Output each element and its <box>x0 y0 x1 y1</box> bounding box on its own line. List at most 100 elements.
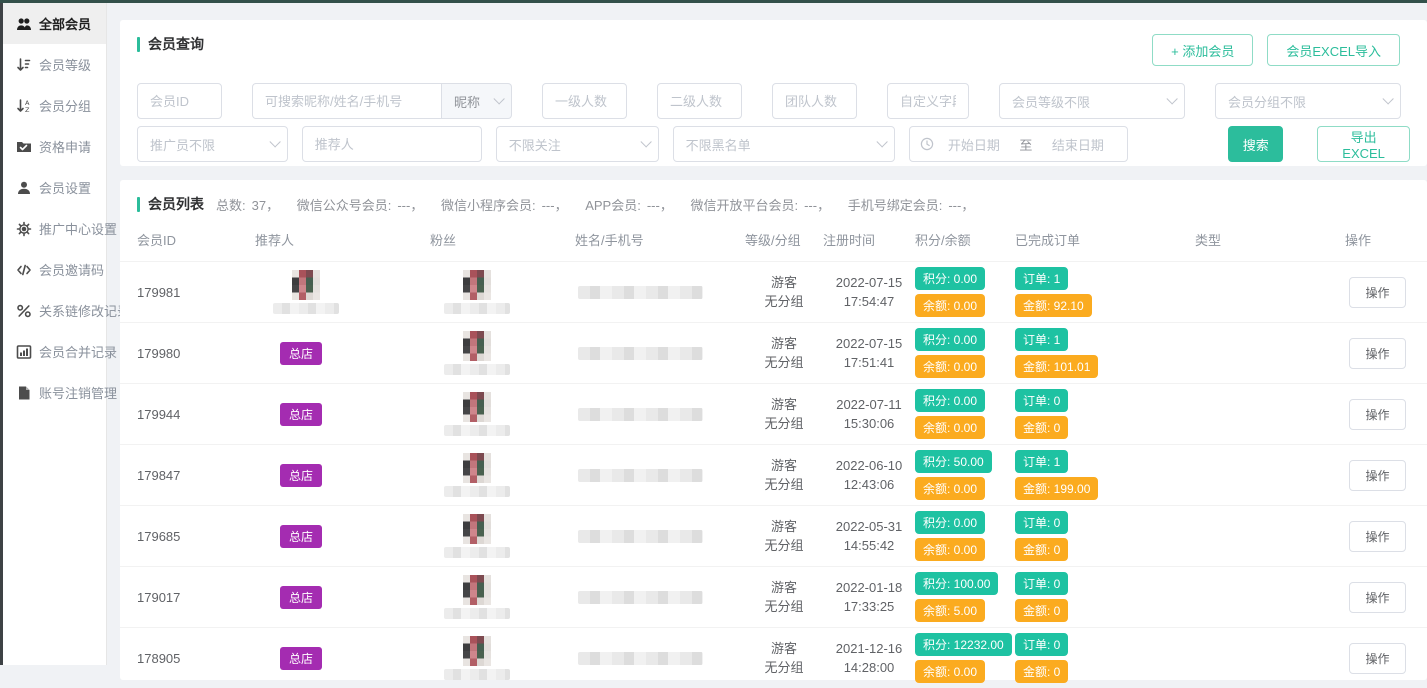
sidebar-item-label: 关系链修改记录 <box>39 301 130 320</box>
row-action-button[interactable]: 操作 <box>1349 277 1405 308</box>
row-action-button[interactable]: 操作 <box>1349 460 1405 491</box>
bar-chart-icon <box>16 344 32 360</box>
query-title: 会员查询 <box>137 34 204 54</box>
sidebar-item-merge-log[interactable]: 会员合并记录 <box>3 331 106 372</box>
member-group: 无分组 <box>764 414 803 433</box>
member-id-input[interactable] <box>137 83 222 119</box>
add-member-button[interactable]: + 添加会员 <box>1152 34 1253 66</box>
member-group: 无分组 <box>764 658 803 677</box>
team-count-input[interactable] <box>772 83 857 119</box>
orders-badge: 订单: 0 <box>1015 511 1068 534</box>
row-action-button[interactable]: 操作 <box>1349 643 1405 674</box>
sidebar-item-member-levels[interactable]: 会员等级 <box>3 44 106 85</box>
register-time: 14:55:42 <box>844 536 895 555</box>
member-level-select[interactable]: 会员等级不限 <box>999 83 1185 119</box>
register-time: 17:33:25 <box>844 597 895 616</box>
export-excel-button[interactable]: 导出EXCEL <box>1317 126 1410 162</box>
chevron-down-icon <box>640 136 651 147</box>
chevron-down-icon <box>877 136 888 147</box>
blurred-name <box>444 486 510 497</box>
sidebar-item-all-members[interactable]: 全部会员 <box>3 3 106 44</box>
register-date: 2022-07-15 <box>836 334 903 353</box>
referrer-input[interactable] <box>302 126 482 162</box>
register-time: 12:43:06 <box>844 475 895 494</box>
fan-avatar <box>444 331 510 375</box>
level2-count-input[interactable] <box>657 83 742 119</box>
points-badge: 积分: 12232.00 <box>915 633 1012 656</box>
sidebar-item-label: 会员等级 <box>39 55 91 74</box>
member-id: 179847 <box>137 468 180 483</box>
fan-avatar <box>444 575 510 619</box>
keyword-input[interactable] <box>252 83 442 119</box>
keyword-type-select[interactable]: 昵称 <box>442 83 512 119</box>
chevron-down-icon <box>1382 93 1393 104</box>
balance-badge: 余额: 0.00 <box>915 416 985 439</box>
custom-field-input[interactable] <box>887 83 969 119</box>
points-badge: 积分: 100.00 <box>915 572 998 595</box>
register-date: 2022-06-10 <box>836 456 903 475</box>
row-action-button[interactable]: 操作 <box>1349 582 1405 613</box>
sidebar-item-member-groups[interactable]: AZ 会员分组 <box>3 85 106 126</box>
member-level: 游客 <box>771 395 797 414</box>
blurred-name-phone <box>578 469 703 482</box>
link-icon <box>16 303 32 319</box>
points-badge: 积分: 0.00 <box>915 267 985 290</box>
referrer-badge: 总店 <box>280 342 322 365</box>
clock-icon <box>920 137 934 151</box>
table-row: 179685 总店 游客无分组 2022-05-3114:55:42 积分: 0… <box>120 505 1427 566</box>
member-group: 无分组 <box>764 536 803 555</box>
code-icon <box>16 262 32 278</box>
blurred-name-phone <box>578 591 703 604</box>
member-id: 179017 <box>137 590 180 605</box>
follow-select[interactable]: 不限关注 <box>496 126 659 162</box>
sidebar-item-label: 全部会员 <box>39 14 91 33</box>
referrer-badge: 总店 <box>280 647 322 670</box>
keyword-combo: 昵称 <box>252 83 512 119</box>
member-level: 游客 <box>771 578 797 597</box>
points-badge: 积分: 0.00 <box>915 511 985 534</box>
user-icon <box>16 180 32 196</box>
blurred-name-phone <box>578 286 703 299</box>
blurred-name <box>273 303 339 314</box>
chevron-down-icon <box>1166 93 1177 104</box>
blacklist-select[interactable]: 不限黑名单 <box>673 126 896 162</box>
promoter-select[interactable]: 推广员不限 <box>137 126 288 162</box>
points-badge: 积分: 50.00 <box>915 450 992 473</box>
level1-count-input[interactable] <box>542 83 627 119</box>
fan-avatar <box>444 453 510 497</box>
table-row: 179980 总店 游客无分组 2022-07-1517:51:41 积分: 0… <box>120 322 1427 383</box>
sidebar-item-account-cancellation[interactable]: 账号注销管理 <box>3 372 106 413</box>
register-date: 2022-01-18 <box>836 578 903 597</box>
referrer-avatar <box>273 270 339 314</box>
referrer-badge: 总店 <box>280 464 322 487</box>
title-accent-bar <box>137 197 140 212</box>
date-range-picker[interactable]: 开始日期 至 结束日期 <box>909 126 1128 162</box>
member-list-panel: 会员列表 总数:37， 微信公众号会员:---， 微信小程序会员:---， AP… <box>120 180 1427 680</box>
sidebar-item-label: 账号注销管理 <box>39 383 117 402</box>
register-date: 2021-12-16 <box>836 639 903 658</box>
points-badge: 积分: 0.00 <box>915 389 985 412</box>
member-query-panel: 会员查询 + 添加会员 会员EXCEL导入 昵称 会员等级不限 会员分组不限 推… <box>120 20 1427 166</box>
row-action-button[interactable]: 操作 <box>1349 338 1405 369</box>
window-left-edge <box>0 0 3 665</box>
sidebar-item-relation-log[interactable]: 关系链修改记录 <box>3 290 106 331</box>
sidebar: 全部会员 会员等级 AZ 会员分组 资格申请 会员设置 推广中心设置 会员邀请码… <box>3 3 107 665</box>
sidebar-item-promotion-settings[interactable]: 推广中心设置 <box>3 208 106 249</box>
member-id: 179685 <box>137 529 180 544</box>
table-row: 179017 总店 游客无分组 2022-01-1817:33:25 积分: 1… <box>120 566 1427 627</box>
member-group-select[interactable]: 会员分组不限 <box>1215 83 1401 119</box>
excel-import-button[interactable]: 会员EXCEL导入 <box>1267 34 1400 66</box>
search-button[interactable]: 搜索 <box>1228 126 1283 162</box>
sidebar-item-qualification[interactable]: 资格申请 <box>3 126 106 167</box>
member-level: 游客 <box>771 273 797 292</box>
date-separator: 至 <box>1013 135 1038 154</box>
blurred-name-phone <box>578 408 703 421</box>
sidebar-item-member-settings[interactable]: 会员设置 <box>3 167 106 208</box>
amount-badge: 金额: 0 <box>1015 660 1068 683</box>
row-action-button[interactable]: 操作 <box>1349 521 1405 552</box>
sort-alpha-icon: AZ <box>16 98 32 114</box>
table-row: 178905 总店 游客无分组 2021-12-1614:28:00 积分: 1… <box>120 627 1427 688</box>
row-action-button[interactable]: 操作 <box>1349 399 1405 430</box>
sidebar-item-invite-code[interactable]: 会员邀请码 <box>3 249 106 290</box>
sidebar-item-label: 资格申请 <box>39 137 91 156</box>
